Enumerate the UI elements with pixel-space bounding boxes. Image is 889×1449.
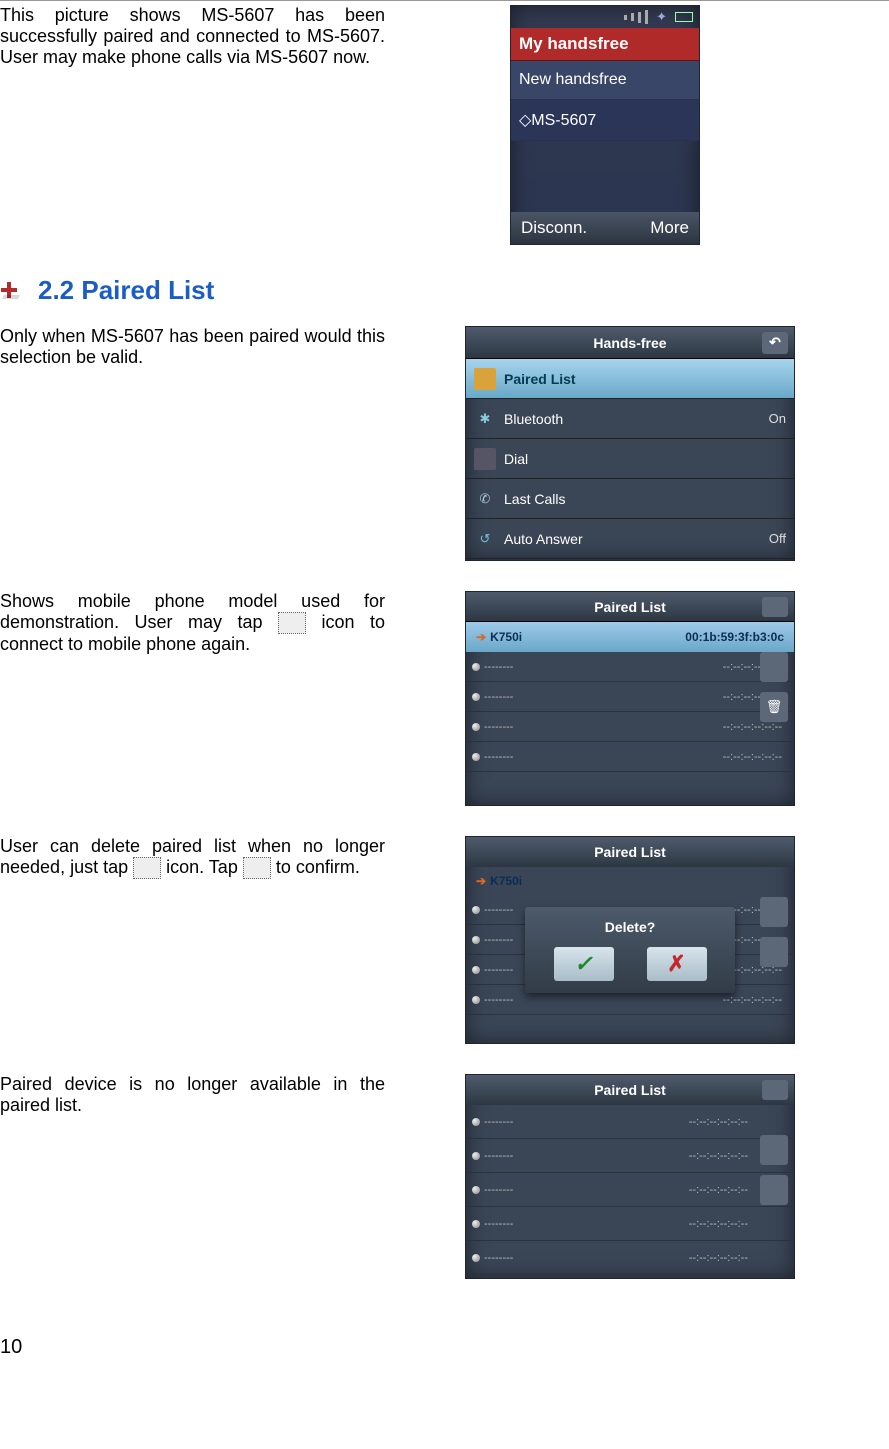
connect-button-icon[interactable] bbox=[760, 652, 788, 682]
bluetooth-icon: ✱ bbox=[474, 408, 496, 430]
dial-icon bbox=[474, 448, 496, 470]
section-heading: 2.2 Paired List bbox=[0, 275, 889, 306]
empty-slot: ----------:--:--:--:--:-- bbox=[466, 652, 794, 682]
section1-text: This picture shows MS-5607 has been succ… bbox=[0, 5, 385, 68]
delete-button-icon[interactable] bbox=[760, 937, 788, 967]
empty-slot: ----------:--:--:--:--:-- bbox=[466, 1173, 794, 1207]
paired-device-row: ➔K750i bbox=[466, 867, 794, 895]
screenshot-paired-phone: ✦ My handsfree New handsfree ◇MS-5607 Di… bbox=[510, 5, 700, 245]
list-icon bbox=[474, 368, 496, 390]
heading-text: 2.2 Paired List bbox=[38, 275, 214, 306]
menu-item-ms5607[interactable]: ◇MS-5607 bbox=[511, 100, 699, 141]
delete-button-icon[interactable] bbox=[760, 1175, 788, 1205]
plus-bullet-icon bbox=[0, 281, 20, 301]
header-title: Paired List bbox=[594, 1082, 666, 1098]
softkey-more[interactable]: More bbox=[650, 218, 689, 238]
confirm-button[interactable]: ✓ bbox=[554, 947, 614, 981]
confirm-icon bbox=[243, 857, 271, 879]
connect-button-icon[interactable] bbox=[760, 897, 788, 927]
empty-slot: ----------:--:--:--:--:-- bbox=[466, 742, 794, 772]
phone-icon: ✆ bbox=[474, 488, 496, 510]
screen-title: My handsfree bbox=[511, 28, 699, 61]
section2-text: Only when MS-5607 has been paired would … bbox=[0, 326, 385, 368]
back-icon[interactable]: ↶ bbox=[762, 332, 788, 354]
menu-item-paired-list[interactable]: Paired List bbox=[466, 359, 794, 399]
menu-item-last-calls[interactable]: ✆ Last Calls bbox=[466, 479, 794, 519]
cancel-button[interactable]: ✗ bbox=[647, 947, 707, 981]
paired-device-row[interactable]: ➔K750i 00:1b:59:3f:b3:0c bbox=[466, 622, 794, 652]
delete-icon bbox=[133, 857, 161, 879]
screenshot-delete-dialog: Paired List ➔K750i ----------:--:--:--:-… bbox=[465, 836, 795, 1044]
section5-text: Paired device is no longer available in … bbox=[0, 1074, 385, 1116]
section4-text: User can delete paired list when no long… bbox=[0, 836, 385, 879]
menu-item-new-handsfree[interactable]: New handsfree bbox=[511, 61, 699, 100]
empty-slot: ----------:--:--:--:--:-- bbox=[466, 1241, 794, 1275]
back-icon[interactable] bbox=[762, 1080, 788, 1100]
empty-slot: ----------:--:--:--:--:-- bbox=[466, 712, 794, 742]
star-icon: ✦ bbox=[656, 9, 667, 25]
screenshot-handsfree-menu: Hands-free ↶ Paired List ✱ Bluetooth On … bbox=[465, 326, 795, 561]
battery-icon bbox=[675, 12, 693, 22]
back-icon[interactable] bbox=[762, 597, 788, 617]
empty-slot: ----------:--:--:--:--:-- bbox=[466, 1139, 794, 1173]
empty-slot: ----------:--:--:--:--:-- bbox=[466, 682, 794, 712]
auto-answer-icon: ↺ bbox=[474, 528, 496, 550]
menu-item-bluetooth[interactable]: ✱ Bluetooth On bbox=[466, 399, 794, 439]
screenshot-paired-list: Paired List ➔K750i 00:1b:59:3f:b3:0c ---… bbox=[465, 591, 795, 806]
section3-text: Shows mobile phone model used for demons… bbox=[0, 591, 385, 655]
connect-icon bbox=[278, 612, 306, 634]
header-title: Hands-free bbox=[593, 335, 666, 351]
header-title: Paired List bbox=[594, 599, 666, 615]
softkey-disconnect[interactable]: Disconn. bbox=[521, 218, 587, 238]
empty-slot: ----------:--:--:--:--:-- bbox=[466, 1105, 794, 1139]
connect-button-icon[interactable] bbox=[760, 1135, 788, 1165]
menu-item-dial[interactable]: Dial bbox=[466, 439, 794, 479]
page-number: 10 bbox=[0, 1336, 22, 1359]
delete-dialog: Delete? ✓ ✗ bbox=[525, 907, 735, 993]
dialog-text: Delete? bbox=[537, 919, 723, 935]
header-title: Paired List bbox=[466, 837, 794, 867]
screenshot-paired-list-empty: Paired List ----------:--:--:--:--:-- --… bbox=[465, 1074, 795, 1279]
delete-button-icon[interactable]: 🗑 bbox=[760, 692, 788, 722]
menu-item-auto-answer[interactable]: ↺ Auto Answer Off bbox=[466, 519, 794, 559]
empty-slot: ----------:--:--:--:--:-- bbox=[466, 1207, 794, 1241]
status-bar: ✦ bbox=[511, 6, 699, 28]
